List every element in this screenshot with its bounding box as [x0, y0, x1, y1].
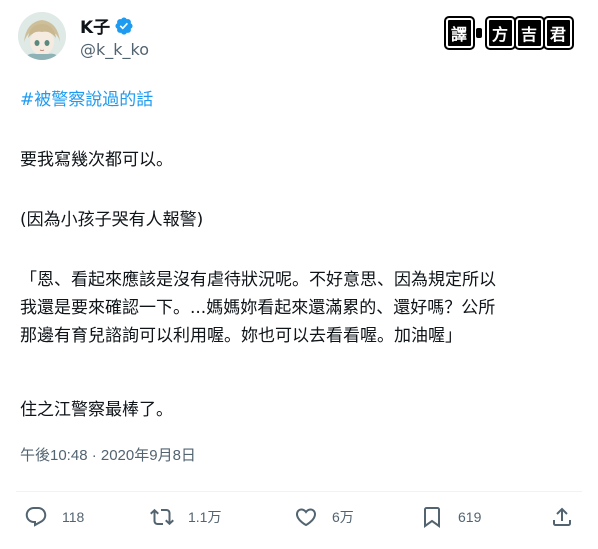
watermark-dot: [475, 28, 482, 38]
verified-badge-icon: [115, 16, 133, 35]
retweet-icon: [150, 508, 174, 526]
retweet-button[interactable]: 1.1万: [150, 505, 221, 529]
watermark-char: 方: [484, 16, 516, 50]
user-handle[interactable]: @k_k_ko: [80, 40, 149, 59]
like-button[interactable]: 6万: [294, 505, 354, 529]
tweet-line: 住之江警察最棒了。: [20, 400, 173, 420]
bookmark-button[interactable]: 619: [420, 505, 481, 529]
anime-girl-avatar-icon: [18, 12, 66, 60]
hashtag-link[interactable]: #被警察說過的話: [20, 90, 153, 110]
share-button[interactable]: [550, 505, 574, 529]
hashtag-line: #被警察說過的話: [20, 86, 580, 114]
tweet-line: (因為小孩子哭有人報警): [20, 210, 204, 230]
reply-count: 118: [62, 509, 85, 525]
display-name[interactable]: K子: [80, 13, 110, 38]
tweet-header: K子 @k_k_ko: [18, 12, 149, 60]
tweet-timestamp[interactable]: 午後10:48 · 2020年9月8日: [20, 444, 196, 465]
action-bar: 118 1.1万 6万 619: [0, 505, 598, 535]
reply-bubble-icon: [25, 507, 47, 527]
watermark-char: 君: [542, 16, 575, 50]
watermark-char: 吉: [513, 16, 545, 50]
bookmark-count: 619: [458, 509, 482, 525]
reply-button[interactable]: 118: [24, 505, 84, 529]
translator-watermark: 譯 方 吉 君: [443, 16, 575, 50]
bookmark-icon: [424, 507, 440, 528]
tweet-quote-line: 那邊有育兒諮詢可以利用喔。妳也可以去看看喔。加油喔」: [20, 326, 462, 346]
like-count: 6万: [332, 509, 354, 525]
heart-icon: [295, 508, 317, 527]
divider: [16, 491, 582, 492]
watermark-char: 譯: [443, 16, 475, 50]
retweet-count: 1.1万: [188, 509, 222, 525]
tweet-quote-line: 「恩、看起來應該是沒有虐待狀況呢。不好意思、因為規定所以: [20, 270, 496, 290]
tweet-line: 要我寫幾次都可以。: [20, 150, 173, 170]
share-icon: [553, 507, 571, 526]
tweet-quote-line: 我還是要來確認一下。...媽媽妳看起來還滿累的、還好嗎？公所: [20, 298, 496, 318]
avatar[interactable]: [18, 12, 66, 60]
